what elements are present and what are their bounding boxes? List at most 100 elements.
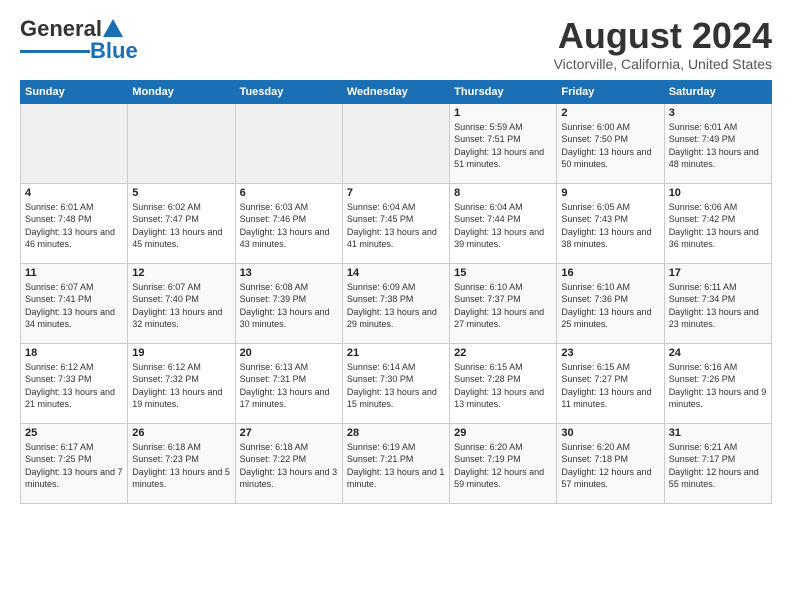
day-cell (128, 103, 235, 183)
logo-triangle-icon (103, 17, 123, 37)
day-cell: 27 Sunrise: 6:18 AMSunset: 7:22 PMDayligh… (235, 423, 342, 503)
day-cell: 10 Sunrise: 6:06 AMSunset: 7:42 PMDayligh… (664, 183, 771, 263)
day-info: Sunrise: 6:10 AMSunset: 7:36 PMDaylight:… (561, 281, 659, 331)
weekday-header-friday: Friday (557, 80, 664, 103)
day-cell: 6Sunrise: 6:03 AMSunset: 7:46 PMDaylight… (235, 183, 342, 263)
day-number: 8 (454, 187, 552, 199)
week-row-3: 11Sunrise: 6:07 AMSunset: 7:41 PMDayligh… (21, 263, 772, 343)
day-number: 28 (347, 427, 445, 439)
calendar-subtitle: Victorville, California, United States (554, 56, 772, 72)
day-info: Sunrise: 6:07 AMSunset: 7:41 PMDaylight:… (25, 281, 123, 331)
day-info: Sunrise: 6:16 AMSunset: 7:26 PMDaylight:… (669, 361, 767, 411)
day-number: 22 (454, 347, 552, 359)
day-info: Sunrise: 6:15 AMSunset: 7:28 PMDaylight:… (454, 361, 552, 411)
day-cell: 1Sunrise: 5:59 AMSunset: 7:51 PMDaylight… (450, 103, 557, 183)
calendar-table: SundayMondayTuesdayWednesdayThursdayFrid… (20, 80, 772, 504)
day-cell: 8 Sunrise: 6:04 AMSunset: 7:44 PMDaylight… (450, 183, 557, 263)
day-cell: 7 Sunrise: 6:04 AMSunset: 7:45 PMDaylight… (342, 183, 449, 263)
day-info: Sunrise: 6:03 AMSunset: 7:46 PMDaylight:… (240, 201, 338, 251)
day-cell: 28 Sunrise: 6:19 AMSunset: 7:21 PMDayligh… (342, 423, 449, 503)
day-cell: 20Sunrise: 6:13 AMSunset: 7:31 PMDayligh… (235, 343, 342, 423)
day-info: Sunrise: 6:05 AMSunset: 7:43 PMDaylight:… (561, 201, 659, 251)
day-cell: 13 Sunrise: 6:08 AMSunset: 7:39 PMDayligh… (235, 263, 342, 343)
day-number: 12 (132, 267, 230, 279)
day-cell: 24 Sunrise: 6:16 AMSunset: 7:26 PMDayligh… (664, 343, 771, 423)
day-info: Sunrise: 6:07 AMSunset: 7:40 PMDaylight:… (132, 281, 230, 331)
day-number: 15 (454, 267, 552, 279)
weekday-header-row: SundayMondayTuesdayWednesdayThursdayFrid… (21, 80, 772, 103)
day-number: 13 (240, 267, 338, 279)
day-number: 27 (240, 427, 338, 439)
weekday-header-tuesday: Tuesday (235, 80, 342, 103)
weekday-header-wednesday: Wednesday (342, 80, 449, 103)
day-info: Sunrise: 6:11 AMSunset: 7:34 PMDaylight:… (669, 281, 767, 331)
day-info: Sunrise: 6:15 AMSunset: 7:27 PMDaylight:… (561, 361, 659, 411)
weekday-header-monday: Monday (128, 80, 235, 103)
day-info: Sunrise: 6:12 AMSunset: 7:32 PMDaylight:… (132, 361, 230, 411)
week-row-2: 4Sunrise: 6:01 AMSunset: 7:48 PMDaylight… (21, 183, 772, 263)
day-number: 21 (347, 347, 445, 359)
day-info: Sunrise: 6:20 AMSunset: 7:19 PMDaylight:… (454, 441, 552, 491)
day-info: Sunrise: 6:06 AMSunset: 7:42 PMDaylight:… (669, 201, 767, 251)
day-number: 26 (132, 427, 230, 439)
logo: General Blue (20, 16, 138, 64)
day-cell: 25Sunrise: 6:17 AMSunset: 7:25 PMDayligh… (21, 423, 128, 503)
day-cell (21, 103, 128, 183)
day-cell: 14 Sunrise: 6:09 AMSunset: 7:38 PMDayligh… (342, 263, 449, 343)
day-number: 14 (347, 267, 445, 279)
page-header: General Blue August 2024 Victorville, Ca… (20, 16, 772, 72)
logo-blue: Blue (90, 38, 138, 64)
day-number: 17 (669, 267, 767, 279)
day-number: 29 (454, 427, 552, 439)
day-info: Sunrise: 6:18 AMSunset: 7:22 PMDaylight:… (240, 441, 338, 491)
weekday-header-saturday: Saturday (664, 80, 771, 103)
day-number: 4 (25, 187, 123, 199)
day-info: Sunrise: 6:14 AMSunset: 7:30 PMDaylight:… (347, 361, 445, 411)
day-cell: 19 Sunrise: 6:12 AMSunset: 7:32 PMDayligh… (128, 343, 235, 423)
week-row-4: 18Sunrise: 6:12 AMSunset: 7:33 PMDayligh… (21, 343, 772, 423)
day-number: 10 (669, 187, 767, 199)
day-info: Sunrise: 6:04 AMSunset: 7:45 PMDaylight:… (347, 201, 445, 251)
day-number: 16 (561, 267, 659, 279)
day-info: Sunrise: 6:09 AMSunset: 7:38 PMDaylight:… (347, 281, 445, 331)
day-info: Sunrise: 6:12 AMSunset: 7:33 PMDaylight:… (25, 361, 123, 411)
day-cell: 15 Sunrise: 6:10 AMSunset: 7:37 PMDayligh… (450, 263, 557, 343)
week-row-5: 25Sunrise: 6:17 AMSunset: 7:25 PMDayligh… (21, 423, 772, 503)
day-info: Sunrise: 6:10 AMSunset: 7:37 PMDaylight:… (454, 281, 552, 331)
day-cell: 16 Sunrise: 6:10 AMSunset: 7:36 PMDayligh… (557, 263, 664, 343)
day-cell (342, 103, 449, 183)
day-cell: 4Sunrise: 6:01 AMSunset: 7:48 PMDaylight… (21, 183, 128, 263)
week-row-1: 1Sunrise: 5:59 AMSunset: 7:51 PMDaylight… (21, 103, 772, 183)
day-info: Sunrise: 6:08 AMSunset: 7:39 PMDaylight:… (240, 281, 338, 331)
day-number: 3 (669, 107, 767, 119)
day-cell: 29 Sunrise: 6:20 AMSunset: 7:19 PMDayligh… (450, 423, 557, 503)
day-cell: 12 Sunrise: 6:07 AMSunset: 7:40 PMDayligh… (128, 263, 235, 343)
day-number: 23 (561, 347, 659, 359)
day-number: 1 (454, 107, 552, 119)
day-number: 7 (347, 187, 445, 199)
day-cell: 22 Sunrise: 6:15 AMSunset: 7:28 PMDayligh… (450, 343, 557, 423)
day-number: 30 (561, 427, 659, 439)
weekday-header-sunday: Sunday (21, 80, 128, 103)
day-cell: 26 Sunrise: 6:18 AMSunset: 7:23 PMDayligh… (128, 423, 235, 503)
day-cell: 23 Sunrise: 6:15 AMSunset: 7:27 PMDayligh… (557, 343, 664, 423)
day-cell: 17 Sunrise: 6:11 AMSunset: 7:34 PMDayligh… (664, 263, 771, 343)
day-number: 24 (669, 347, 767, 359)
day-cell: 18Sunrise: 6:12 AMSunset: 7:33 PMDayligh… (21, 343, 128, 423)
day-number: 20 (240, 347, 338, 359)
day-cell: 3 Sunrise: 6:01 AMSunset: 7:49 PMDaylight… (664, 103, 771, 183)
calendar-title: August 2024 (554, 16, 772, 56)
day-info: Sunrise: 6:01 AMSunset: 7:49 PMDaylight:… (669, 121, 767, 171)
day-number: 31 (669, 427, 767, 439)
day-info: Sunrise: 6:21 AMSunset: 7:17 PMDaylight:… (669, 441, 767, 491)
day-info: Sunrise: 6:00 AMSunset: 7:50 PMDaylight:… (561, 121, 659, 171)
day-cell: 2 Sunrise: 6:00 AMSunset: 7:50 PMDaylight… (557, 103, 664, 183)
day-info: Sunrise: 6:18 AMSunset: 7:23 PMDaylight:… (132, 441, 230, 491)
day-info: Sunrise: 6:04 AMSunset: 7:44 PMDaylight:… (454, 201, 552, 251)
day-number: 5 (132, 187, 230, 199)
day-info: Sunrise: 6:19 AMSunset: 7:21 PMDaylight:… (347, 441, 445, 491)
day-number: 19 (132, 347, 230, 359)
day-number: 2 (561, 107, 659, 119)
weekday-header-thursday: Thursday (450, 80, 557, 103)
day-number: 25 (25, 427, 123, 439)
